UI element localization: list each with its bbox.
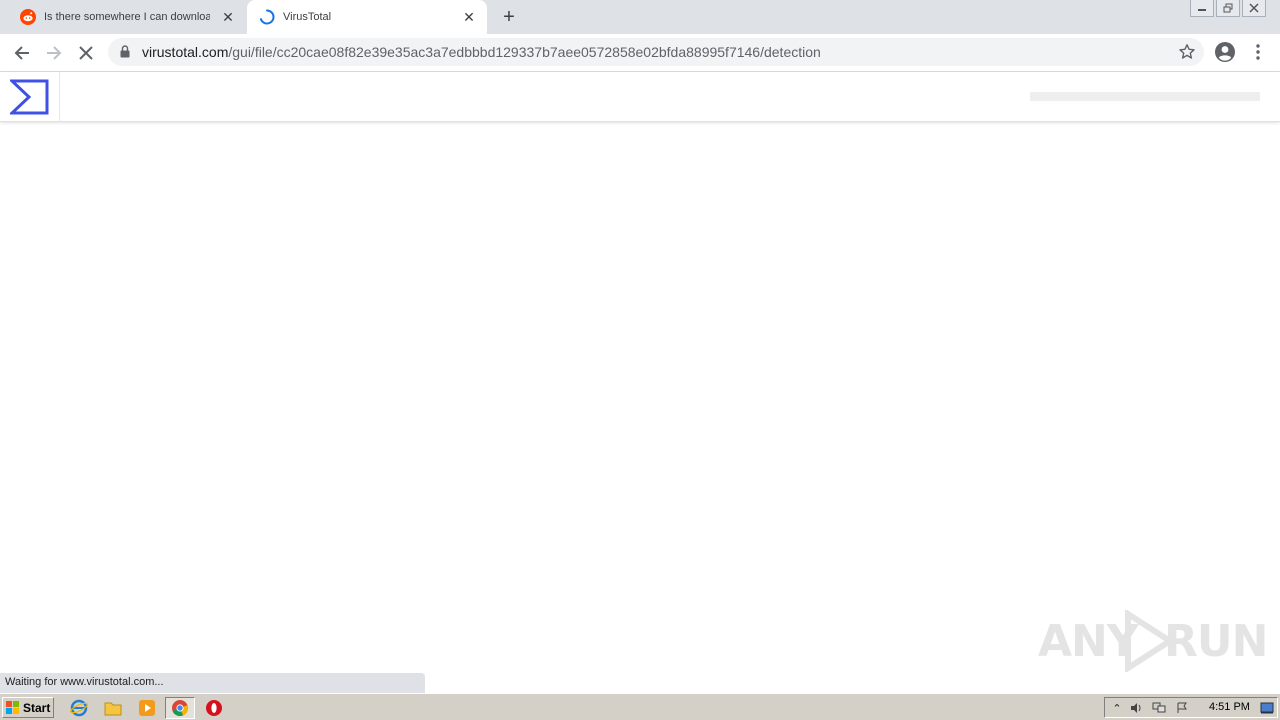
system-tray: ⌃ 4:51 PM [1104, 697, 1278, 718]
close-tab-icon[interactable]: ✕ [220, 9, 236, 25]
show-desktop-icon[interactable] [1259, 701, 1275, 715]
close-icon [1249, 3, 1259, 13]
chrome-taskbar-button[interactable] [165, 697, 195, 719]
show-hidden-icons-icon[interactable]: ⌃ [1109, 701, 1125, 715]
taskbar-clock[interactable]: 4:51 PM [1209, 701, 1250, 713]
virustotal-sigma-logo-icon [9, 79, 48, 115]
back-arrow-icon [14, 46, 29, 60]
status-bubble: Waiting for www.virustotal.com... [0, 673, 425, 693]
forward-button[interactable] [42, 41, 66, 65]
url-text: virustotal.com/gui/file/cc20cae08f82e39e… [142, 44, 821, 60]
address-bar[interactable]: virustotal.com/gui/file/cc20cae08f82e39e… [108, 38, 1204, 66]
windows-flag-icon [6, 700, 19, 714]
internet-explorer-icon[interactable] [68, 697, 90, 719]
browser-window: Is there somewhere I can download ✕ Viru… [0, 0, 1280, 72]
close-tab-icon[interactable]: ✕ [461, 9, 477, 25]
close-window-button[interactable] [1242, 0, 1266, 17]
tab-title: Is there somewhere I can download [44, 11, 210, 23]
network-icon[interactable] [1151, 701, 1167, 715]
anyrun-watermark: ANY RUN [1036, 606, 1268, 676]
minimize-icon [1198, 9, 1206, 11]
stop-icon [79, 46, 93, 60]
lock-icon [120, 45, 130, 58]
media-player-icon[interactable] [136, 697, 158, 719]
file-explorer-icon[interactable] [102, 697, 124, 719]
action-center-flag-icon[interactable] [1175, 701, 1191, 715]
chrome-icon [172, 700, 189, 717]
url-host: virustotal.com [142, 44, 229, 60]
restore-icon [1223, 3, 1233, 13]
start-button[interactable]: Start [2, 697, 54, 718]
browser-toolbar: virustotal.com/gui/file/cc20cae08f82e39e… [0, 34, 1280, 72]
start-label: Start [23, 700, 51, 715]
tab-title: VirusTotal [283, 11, 332, 23]
search-placeholder-skeleton [1030, 92, 1260, 101]
tab-strip: Is there somewhere I can download ✕ Viru… [0, 0, 1280, 34]
windows-taskbar: Start ⌃ 4:51 PM [0, 693, 1280, 720]
url-path: /gui/file/cc20cae08f82e39e35ac3a7edbbbd1… [228, 44, 821, 60]
window-controls [1188, 0, 1266, 18]
back-button[interactable] [10, 41, 34, 65]
reddit-icon [20, 9, 36, 25]
tab-virustotal[interactable]: VirusTotal ✕ [247, 0, 487, 34]
new-tab-button[interactable]: + [498, 6, 520, 28]
watermark-text-right: RUN [1164, 616, 1268, 667]
loading-spinner-icon [259, 9, 275, 25]
tab-reddit[interactable]: Is there somewhere I can download ✕ [8, 0, 246, 34]
bookmark-star-icon[interactable] [1178, 43, 1196, 61]
virustotal-header [0, 72, 1280, 122]
restore-button[interactable] [1216, 0, 1240, 17]
opera-icon[interactable] [203, 697, 225, 719]
stop-loading-button[interactable] [74, 41, 98, 65]
forward-arrow-icon [47, 46, 62, 60]
more-menu-icon[interactable] [1250, 43, 1266, 61]
virustotal-logo[interactable] [0, 72, 60, 122]
minimize-button[interactable] [1190, 0, 1214, 17]
volume-icon[interactable] [1129, 701, 1145, 715]
profile-avatar-icon[interactable] [1214, 41, 1236, 63]
watermark-text-left: ANY [1038, 616, 1139, 667]
